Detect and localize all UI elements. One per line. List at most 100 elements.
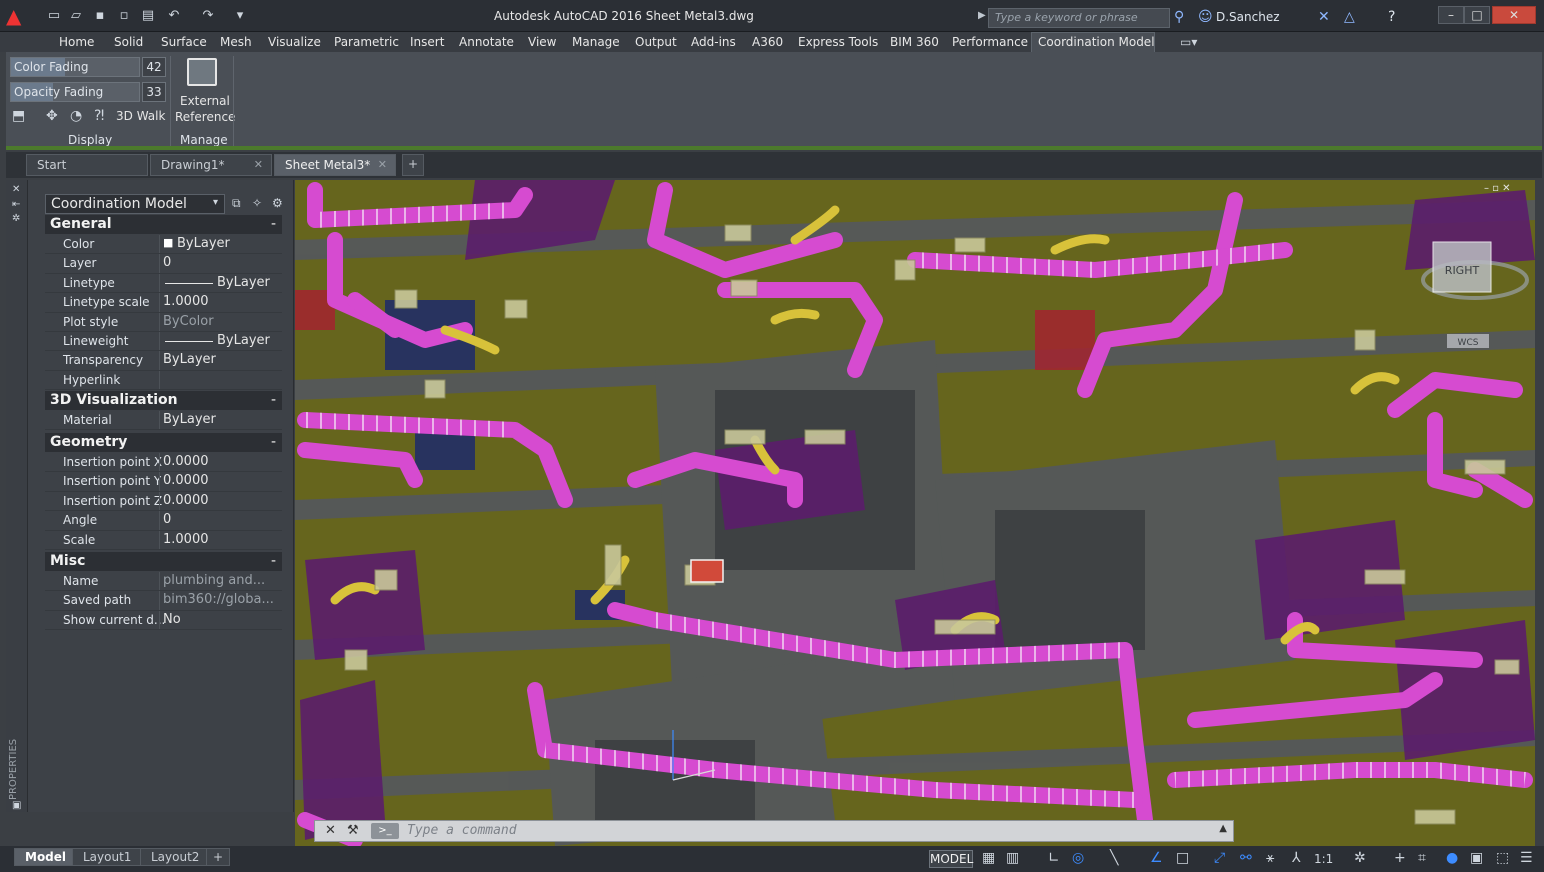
property-value[interactable]: 0 xyxy=(163,512,281,527)
tab-visualize[interactable]: Visualize xyxy=(268,35,321,49)
annotation-visibility-icon[interactable]: ⚯ xyxy=(1240,850,1252,866)
save-as-icon[interactable]: ▫ xyxy=(116,8,132,24)
tab-insert[interactable]: Insert xyxy=(410,35,444,49)
3d-walk-button[interactable]: 3D Walk xyxy=(116,109,165,123)
tab-a360[interactable]: A360 xyxy=(752,35,783,49)
search-input[interactable]: Type a keyword or phrase xyxy=(988,8,1170,28)
section-3d-visualization[interactable]: 3D Visualization - xyxy=(45,391,282,410)
external-reference-label-1[interactable]: External xyxy=(180,94,230,108)
tab-solid[interactable]: Solid xyxy=(114,35,143,49)
property-row[interactable]: Lineweight ByLayer xyxy=(45,332,282,352)
command-prompt-icon[interactable]: >_ xyxy=(371,823,399,839)
qat-dropdown-icon[interactable]: ▾ xyxy=(232,8,248,24)
tab-manage[interactable]: Manage xyxy=(572,35,620,49)
property-value[interactable]: ByLayer xyxy=(177,236,295,251)
object-snap-icon[interactable]: □ xyxy=(1176,850,1189,866)
autoscale-icon[interactable]: ⚹ xyxy=(1266,850,1274,866)
hardware-acceleration-icon[interactable]: ▣ xyxy=(1470,850,1483,866)
select-objects-icon[interactable]: ✧ xyxy=(252,196,262,210)
open-file-icon[interactable]: ▱ xyxy=(68,8,84,24)
search-expand-icon[interactable]: ▶ xyxy=(978,10,986,21)
tab-parametric[interactable]: Parametric xyxy=(334,35,399,49)
autocad-logo-icon[interactable]: ▲ xyxy=(6,6,30,26)
property-row[interactable]: Plot style ByColor xyxy=(45,312,282,332)
pan-icon[interactable]: ✥ xyxy=(46,108,58,124)
exchange-apps-icon[interactable]: ✕ xyxy=(1318,9,1330,25)
minimize-button[interactable]: – xyxy=(1438,6,1464,24)
doc-tab-drawing1[interactable]: Drawing1* ✕ xyxy=(150,154,272,176)
property-row[interactable]: Linetype ByLayer xyxy=(45,273,282,294)
dynamic-ucs-icon[interactable]: ⤢ xyxy=(1214,850,1225,866)
property-value[interactable]: ByLayer xyxy=(163,412,281,427)
property-value[interactable]: 0.0000 xyxy=(163,493,281,508)
layout-tab-layout2[interactable]: Layout2 xyxy=(140,848,211,866)
close-button[interactable]: ✕ xyxy=(1492,6,1536,24)
doc-tab-start[interactable]: Start xyxy=(26,154,148,176)
user-name[interactable]: D.Sanchez xyxy=(1216,10,1280,24)
isodraft-icon[interactable]: ╲ xyxy=(1110,850,1118,866)
color-fading-value[interactable]: 42 xyxy=(142,57,166,77)
property-row[interactable]: Hyperlink xyxy=(45,370,282,391)
property-value[interactable]: 1.0000 xyxy=(163,532,281,547)
polar-icon[interactable]: ◎ xyxy=(1072,850,1084,866)
walk-icon[interactable]: ⁈ xyxy=(94,108,104,124)
property-value[interactable]: 0.0000 xyxy=(163,473,281,488)
a360-icon[interactable]: △ xyxy=(1344,9,1355,25)
tab-home[interactable]: Home xyxy=(59,35,94,49)
external-reference-icon[interactable] xyxy=(187,58,217,86)
object-type-select[interactable]: Coordination Model xyxy=(45,194,225,214)
toggle-pickadd-icon[interactable]: ⧉ xyxy=(232,196,241,211)
property-value[interactable]: plumbing and... xyxy=(163,573,281,588)
tab-view[interactable]: View xyxy=(528,35,556,49)
collapse-icon[interactable]: - xyxy=(271,433,276,452)
palette-close-icon[interactable]: ✕ xyxy=(12,184,20,195)
palette-settings-icon[interactable]: ✲ xyxy=(12,213,20,224)
property-value[interactable]: ByColor xyxy=(163,314,281,329)
property-row[interactable]: Transparency ByLayer xyxy=(45,351,282,371)
opacity-fading-value[interactable]: 33 xyxy=(142,82,166,102)
tab-bim360[interactable]: BIM 360 xyxy=(890,35,939,49)
collapse-icon[interactable]: - xyxy=(271,215,276,234)
section-general[interactable]: General - xyxy=(45,215,282,234)
quick-select-icon[interactable]: ⚙ xyxy=(272,196,283,210)
chevron-down-icon[interactable]: ▾ xyxy=(213,197,218,208)
doc-tab-sheet-metal3[interactable]: Sheet Metal3* ✕ xyxy=(274,154,396,176)
property-row[interactable]: Insertion point Y 0.0000 xyxy=(45,472,282,492)
property-value[interactable]: No xyxy=(163,612,281,627)
property-value[interactable]: 0.0000 xyxy=(163,454,281,469)
external-reference-label-2[interactable]: Reference xyxy=(175,110,235,124)
ortho-icon[interactable]: ∟ xyxy=(1048,850,1060,866)
property-row[interactable]: Layer 0 xyxy=(45,254,282,274)
workspace-gear-icon[interactable]: ✲ xyxy=(1354,850,1366,866)
new-tab-button[interactable]: + xyxy=(402,154,424,176)
model-space-button[interactable]: MODEL xyxy=(929,850,973,868)
grid-icon[interactable]: ▦ xyxy=(982,850,995,866)
opacity-fading-slider[interactable]: Opacity Fading xyxy=(10,82,140,102)
annotation-scale-icon[interactable]: ⅄ xyxy=(1292,850,1301,866)
user-icon[interactable]: ☺ xyxy=(1198,9,1213,25)
property-row[interactable]: Linetype scale 1.0000 xyxy=(45,293,282,313)
customize-icon[interactable]: ⚒ xyxy=(347,823,359,838)
annotation-scale-value[interactable]: 1:1 xyxy=(1314,852,1333,866)
drawing-viewport[interactable]: RIGHT WCS xyxy=(295,180,1535,846)
customization-menu-icon[interactable]: ☰ xyxy=(1520,850,1533,866)
command-history-icon[interactable]: ▲ xyxy=(1219,823,1227,834)
tab-mesh[interactable]: Mesh xyxy=(220,35,252,49)
plot-icon[interactable]: ▤ xyxy=(140,8,156,24)
property-value[interactable]: 1.0000 xyxy=(163,294,281,309)
tab-output[interactable]: Output xyxy=(635,35,677,49)
property-row[interactable]: Scale 1.0000 xyxy=(45,530,282,550)
look-icon[interactable]: ◔ xyxy=(70,108,82,124)
property-row[interactable]: Insertion point X 0.0000 xyxy=(45,453,282,473)
tab-annotate[interactable]: Annotate xyxy=(459,35,514,49)
close-command-line-icon[interactable]: ✕ xyxy=(325,823,336,838)
maximize-button[interactable]: □ xyxy=(1464,6,1490,24)
ribbon-options-icon[interactable]: ▭▾ xyxy=(1180,35,1197,49)
section-geometry[interactable]: Geometry - xyxy=(45,433,282,452)
viewport-window-controls[interactable]: – ▫ ✕ xyxy=(1484,183,1511,194)
property-row[interactable]: ■ Color ByLayer xyxy=(45,235,282,255)
binoculars-icon[interactable]: ⚲ xyxy=(1174,9,1184,25)
property-row[interactable]: Material ByLayer xyxy=(45,411,282,431)
layout-tab-layout1[interactable]: Layout1 xyxy=(72,848,143,866)
close-tab-icon[interactable]: ✕ xyxy=(254,158,263,171)
